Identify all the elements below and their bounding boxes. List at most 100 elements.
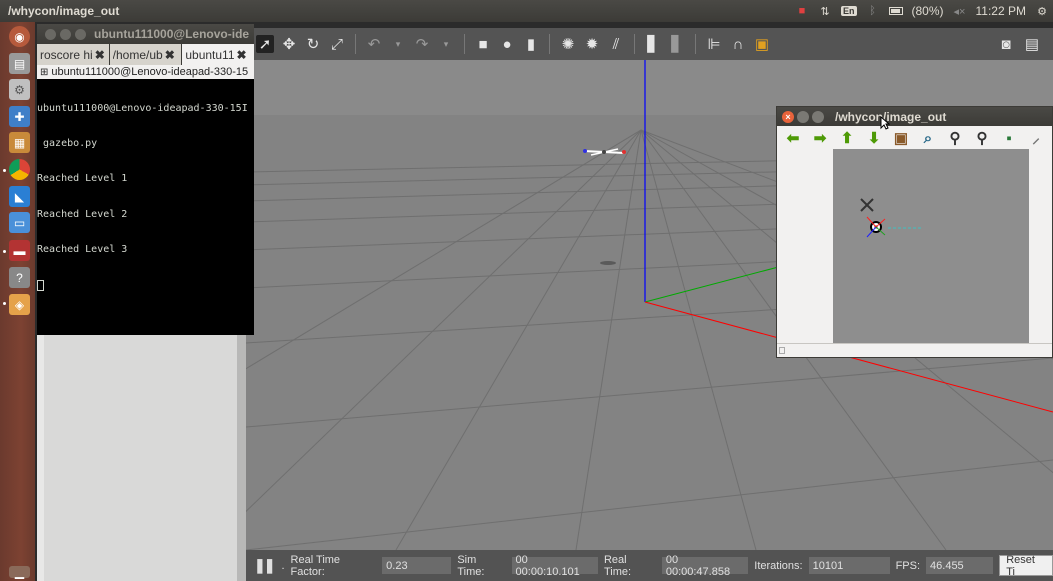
active-window-title: /whycon/image_out (8, 4, 120, 18)
maximize-icon[interactable] (75, 28, 86, 40)
undo-icon[interactable]: ↶ (365, 35, 383, 53)
mouse-pointer-icon (880, 116, 890, 130)
snap-icon[interactable]: ∩ (729, 35, 747, 53)
files-icon[interactable]: ▤ (9, 53, 30, 74)
select-mode-icon[interactable]: ➚ (256, 35, 274, 53)
bluetooth-icon[interactable]: ᛒ (866, 5, 880, 17)
copy-icon[interactable]: ▋ (644, 35, 662, 53)
drone-in-image (860, 198, 874, 212)
battery-percent[interactable]: (80%) (912, 4, 944, 18)
vscode-icon[interactable]: ◣ (9, 186, 30, 207)
rotate-mode-icon[interactable]: ↻ (304, 35, 322, 53)
network-arrows-icon[interactable]: ⇅ (818, 5, 832, 18)
pause-icon[interactable]: ❚❚ (254, 557, 276, 574)
terminal-pane-title-text: ubuntu111000@Lenovo-ideapad-330-15 (51, 66, 249, 78)
close-icon[interactable]: × (782, 110, 794, 123)
box-shape-icon[interactable]: ■ (474, 35, 492, 53)
directional-light-icon[interactable]: ⫽ (607, 35, 625, 53)
battery-icon[interactable] (888, 7, 903, 15)
camera-record-icon[interactable]: ■ (795, 5, 809, 17)
sphere-shape-icon[interactable]: ● (498, 35, 516, 53)
clock[interactable]: 11:22 PM (976, 4, 1026, 18)
image-icon[interactable]: ▣ (891, 128, 911, 148)
terminal-output[interactable]: ubuntu111000@Lenovo-ideapad-330-15I gaze… (37, 79, 254, 316)
gazebo-status-bar: ❚❚ . Real Time Factor: 0.23 Sim Time: 00… (246, 550, 1053, 581)
zoom-fit-icon[interactable]: ⌕ (918, 128, 938, 148)
tab-close-icon[interactable]: ✖ (237, 48, 247, 62)
terminal-tab-3[interactable]: ubuntu11 ✖ (182, 44, 254, 65)
terminal-tab-2[interactable]: /home/ub ✖ (109, 44, 182, 65)
align-icon[interactable]: ⊫ (705, 35, 723, 53)
point-light-icon[interactable]: ✺ (559, 35, 577, 53)
image-view-titlebar[interactable]: × /whycon/image_out (777, 107, 1052, 126)
forward-arrow-icon[interactable]: ➡ (810, 128, 830, 148)
scale-mode-icon[interactable]: ⤢ (328, 35, 346, 53)
camera-image[interactable] (833, 149, 1029, 343)
gazebo-icon[interactable]: ◈ (9, 294, 30, 315)
volume-icon[interactable]: ◂× (953, 5, 967, 18)
dash-icon[interactable]: ◉ (9, 26, 30, 47)
terminal-title: ubuntu111000@Lenovo-ide (94, 27, 250, 41)
spot-light-icon[interactable]: ✹ (583, 35, 601, 53)
maximize-icon[interactable] (812, 110, 824, 123)
back-arrow-icon[interactable]: ⬅ (783, 128, 803, 148)
terminal-window[interactable]: ubuntu111000@Lenovo-ide roscore hi ✖ /ho… (37, 24, 254, 335)
translate-mode-icon[interactable]: ✥ (280, 35, 298, 53)
zoom-in-icon[interactable]: ⚲ (945, 128, 965, 148)
sim-time-value: 00 00:00:10.101 (511, 554, 598, 578)
minimize-icon[interactable] (797, 110, 809, 123)
tab-close-icon[interactable]: ✖ (95, 48, 105, 62)
change-view-icon[interactable]: ▣ (753, 35, 771, 53)
terminal-pane-icon: ⊞ (40, 66, 49, 78)
text-editor-icon[interactable]: ▭ (9, 212, 30, 233)
close-icon[interactable] (45, 28, 56, 40)
up-arrow-icon[interactable]: ⬆ (837, 128, 857, 148)
reset-time-button[interactable]: Reset Ti (999, 554, 1053, 578)
sim-time-label: Sim Time: (457, 553, 485, 578)
terminal-line: gazebo.py (37, 137, 98, 149)
step-dot[interactable]: . (281, 560, 284, 572)
undo-dropdown-icon[interactable]: ▾ (389, 35, 407, 53)
tab-label: roscore hi (40, 47, 93, 62)
down-arrow-icon[interactable]: ⬇ (864, 128, 884, 148)
help-icon[interactable]: ? (9, 267, 30, 288)
software-updater-icon[interactable]: ✚ (9, 106, 30, 127)
fps-value: 46.455 (926, 557, 994, 574)
terminal-cursor (37, 279, 44, 291)
keyboard-language-indicator[interactable]: En (840, 6, 857, 16)
image-view-window[interactable]: × /whycon/image_out ⬅ ➡ ⬆ ⬇ ▣ ⌕ ⚲ ⚲ ▪ ⸝ (776, 106, 1053, 358)
rtf-value: 0.23 (382, 557, 452, 574)
iterations-value: 10101 (808, 557, 890, 574)
tab-label: /home/ub (112, 47, 163, 62)
launcher: ◉ ▤ ⚙ ✚ ▦ ◣ ▭ ▬ ? ◈ ▁ (0, 22, 35, 581)
screenshot-camera-icon[interactable]: ◙ (997, 35, 1015, 53)
terminal-line: Reached Level 3 (37, 244, 128, 256)
tab-close-icon[interactable]: ✖ (165, 48, 175, 62)
iterations-label: Iterations: (754, 559, 803, 572)
system-tray: ■ ⇅ En ᛒ (80%) ◂× 11:22 PM ⚙ (795, 4, 1053, 18)
terminal-icon[interactable]: ▬ (9, 240, 30, 261)
fps-label: FPS: (895, 559, 921, 572)
terminal-tab-1[interactable]: roscore hi ✖ (37, 44, 109, 65)
real-time-value: 00 00:00:47.858 (661, 554, 749, 578)
chrome-icon[interactable] (9, 159, 30, 180)
minimize-icon[interactable] (60, 28, 71, 40)
trash-icon[interactable]: ▁ (9, 565, 30, 579)
redo-dropdown-icon[interactable]: ▾ (437, 35, 455, 53)
settings-gear-icon[interactable]: ⚙ (1035, 5, 1049, 18)
cylinder-shape-icon[interactable]: ▮ (522, 35, 540, 53)
tab-label: ubuntu11 (185, 47, 235, 62)
system-settings-icon[interactable]: ⚙ (9, 79, 30, 100)
paste-icon[interactable]: ▋ (668, 35, 686, 53)
top-panel: /whycon/image_out ■ ⇅ En ᛒ (80%) ◂× 11:2… (0, 0, 1053, 22)
terminal-titlebar[interactable]: ubuntu111000@Lenovo-ide (37, 24, 254, 44)
brush-icon[interactable]: ⸝ (1026, 128, 1046, 148)
redo-icon[interactable]: ↷ (413, 35, 431, 53)
software-center-icon[interactable]: ▦ (9, 132, 30, 153)
rtf-label: Real Time Factor: (290, 553, 341, 578)
running-indicator (3, 169, 6, 172)
log-icon[interactable]: ▤ (1023, 35, 1041, 53)
terminal-pane-title: ⊞ ubuntu111000@Lenovo-ideapad-330-15 (37, 65, 254, 79)
save-icon[interactable]: ▪ (999, 128, 1019, 148)
zoom-out-icon[interactable]: ⚲ (972, 128, 992, 148)
